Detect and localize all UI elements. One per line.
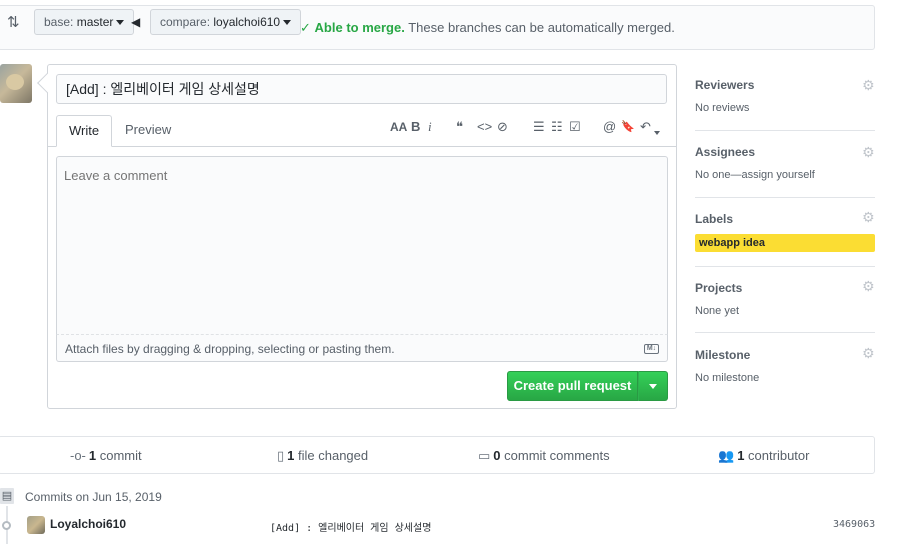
commit-author-link[interactable]: Loyalchoi610 (50, 517, 126, 531)
people-icon: 👥 (718, 448, 735, 463)
arrow-left-icon: ◀ (131, 15, 141, 29)
merge-status: ✓ Able to merge. These branches can be a… (300, 20, 675, 36)
reviewers-heading[interactable]: Reviewers (695, 78, 754, 92)
avatar[interactable] (0, 64, 32, 103)
avatar[interactable] (27, 516, 45, 534)
commits-count: 1 (88, 448, 97, 463)
contributors-count: 1 (737, 448, 745, 463)
attach-files-bar[interactable]: Attach files by dragging & dropping, sel… (56, 335, 668, 362)
commits-tab[interactable]: -o- 1 commit (70, 448, 142, 463)
base-branch-name: master (76, 15, 114, 29)
link-icon[interactable]: ⊘ (497, 118, 508, 136)
reviewers-value: No reviews (695, 102, 750, 114)
comment-icon: ▭ (478, 448, 491, 463)
commit-dot-icon (2, 521, 11, 530)
compare-prefix: compare: (160, 15, 211, 29)
file-diff-icon: ▯ (277, 448, 285, 463)
files-label: file changed (298, 448, 369, 463)
commit-comments-tab[interactable]: ▭ 0 commit comments (478, 448, 610, 464)
commit-message-link[interactable]: [Add] : 엘리베이터 게임 상세설명 (270, 519, 431, 534)
merge-status-ok: Able to merge. (314, 20, 405, 35)
projects-heading[interactable]: Projects (695, 281, 742, 295)
files-count: 1 (287, 448, 295, 463)
italic-icon[interactable]: i (428, 118, 432, 136)
contributors-tab[interactable]: 👥 1 contributor (718, 448, 809, 464)
task-list-icon[interactable]: ☑ (569, 118, 581, 136)
assignees-heading[interactable]: Assignees (695, 145, 755, 159)
divider (695, 197, 875, 198)
repo-push-icon: ▤ (0, 486, 16, 506)
bookmark-icon[interactable]: 🔖 (621, 118, 635, 136)
label-webapp-idea[interactable]: webapp idea (695, 234, 875, 252)
commit-icon: -o- (70, 448, 86, 463)
chevron-down-icon (283, 20, 292, 25)
create-options-dropdown[interactable] (638, 371, 668, 401)
header-icon[interactable]: AA (390, 118, 407, 136)
base-branch-select[interactable]: base: master (34, 9, 135, 35)
check-icon: ✓ (300, 20, 311, 35)
pr-title-input[interactable] (56, 74, 667, 104)
commits-date-heading: Commits on Jun 15, 2019 (25, 490, 162, 504)
numbered-list-icon[interactable]: ☷ (551, 118, 563, 136)
compare-arrows-icon: ⇅ (7, 14, 20, 31)
compare-branch-name: loyalchoi610 (213, 15, 281, 29)
divider (695, 266, 875, 267)
gear-icon[interactable]: ⚙ (862, 345, 875, 362)
chevron-down-icon (116, 20, 125, 25)
chevron-down-icon[interactable] (651, 125, 660, 139)
divider (695, 332, 875, 333)
projects-value: None yet (695, 305, 740, 317)
gear-icon[interactable]: ⚙ (862, 209, 875, 226)
merge-status-message: These branches can be automatically merg… (408, 20, 675, 35)
code-icon[interactable]: <> (477, 118, 492, 136)
comments-count: 0 (493, 448, 501, 463)
gear-icon[interactable]: ⚙ (862, 77, 875, 94)
assignees-value[interactable]: No one—assign yourself (695, 169, 815, 181)
tab-preview[interactable]: Preview (113, 115, 183, 147)
divider (695, 130, 875, 131)
create-pull-request-button[interactable]: Create pull request (507, 371, 638, 401)
markdown-icon[interactable]: M↓ (644, 344, 659, 354)
commit-sha-link[interactable]: 3469063 (833, 519, 875, 530)
bullet-list-icon[interactable]: ☰ (533, 118, 545, 136)
files-changed-tab[interactable]: ▯ 1 file changed (277, 448, 368, 464)
gear-icon[interactable]: ⚙ (862, 278, 875, 295)
labels-heading[interactable]: Labels (695, 212, 733, 226)
comments-label: commit comments (504, 448, 610, 463)
bold-icon[interactable]: B (411, 118, 420, 136)
contributors-label: contributor (748, 448, 810, 463)
quote-icon[interactable]: ❝ (456, 118, 463, 136)
attach-files-text: Attach files by dragging & dropping, sel… (65, 342, 395, 356)
milestone-heading[interactable]: Milestone (695, 348, 750, 362)
milestone-value: No milestone (695, 372, 760, 384)
mention-icon[interactable]: @ (603, 118, 616, 136)
tab-write[interactable]: Write (56, 115, 113, 147)
commits-label: commit (99, 448, 142, 463)
chevron-down-icon (649, 384, 657, 389)
reply-icon[interactable]: ↶ (640, 118, 651, 136)
gear-icon[interactable]: ⚙ (862, 144, 875, 161)
base-prefix: base: (44, 15, 74, 29)
compare-branch-select[interactable]: compare: loyalchoi610 (150, 9, 302, 35)
comment-textarea[interactable] (56, 156, 668, 335)
